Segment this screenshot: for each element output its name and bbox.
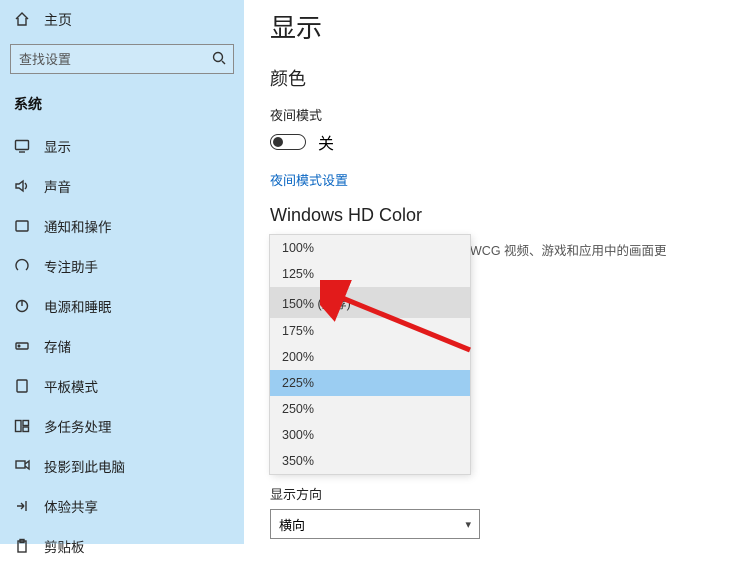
focus-icon <box>14 258 30 274</box>
sidebar-item-label: 显示 <box>44 136 71 156</box>
sidebar-item-label: 声音 <box>44 176 71 196</box>
orientation-value: 横向 <box>279 515 305 534</box>
sidebar-item-label: 电源和睡眠 <box>44 296 112 316</box>
project-icon <box>14 458 30 474</box>
home-icon <box>14 11 30 30</box>
search-box[interactable] <box>10 44 234 74</box>
sidebar-item-power[interactable]: 电源和睡眠 <box>0 286 244 326</box>
settings-sidebar: 主页 系统 显示 声音 通知和操作 专注助手 电源和睡眠 存储 <box>0 0 244 544</box>
sidebar-item-label: 体验共享 <box>44 496 98 516</box>
sidebar-item-label: 存储 <box>44 336 71 356</box>
sidebar-item-notifications[interactable]: 通知和操作 <box>0 206 244 246</box>
orientation-section: 显示方向 横向 ▾ <box>270 478 480 539</box>
monitor-icon <box>14 138 30 154</box>
night-mode-settings-link[interactable]: 夜间模式设置 <box>270 160 714 189</box>
clipboard-icon <box>14 538 30 554</box>
speaker-icon <box>14 178 30 194</box>
search-icon <box>205 50 233 69</box>
sidebar-nav-list: 显示 声音 通知和操作 专注助手 电源和睡眠 存储 平板模式 多任务处理 <box>0 126 244 566</box>
page-title: 显示 <box>270 0 714 49</box>
tablet-icon <box>14 378 30 394</box>
color-heading: 颜色 <box>270 49 714 99</box>
home-row[interactable]: 主页 <box>0 0 244 36</box>
hd-color-heading: Windows HD Color <box>270 189 714 234</box>
sidebar-item-storage[interactable]: 存储 <box>0 326 244 366</box>
scale-option[interactable]: 300% <box>270 422 470 448</box>
scale-option[interactable]: 225% <box>270 370 470 396</box>
night-mode-toggle-row: 关 <box>270 124 714 160</box>
sidebar-item-label: 专注助手 <box>44 256 98 276</box>
power-icon <box>14 298 30 314</box>
scale-option[interactable]: 125% <box>270 261 470 287</box>
scale-option[interactable]: 200% <box>270 344 470 370</box>
multitask-icon <box>14 418 30 434</box>
sidebar-item-focus[interactable]: 专注助手 <box>0 246 244 286</box>
share-icon <box>14 498 30 514</box>
sidebar-item-project[interactable]: 投影到此电脑 <box>0 446 244 486</box>
night-mode-toggle[interactable] <box>270 134 306 150</box>
notification-icon <box>14 218 30 234</box>
sidebar-item-label: 多任务处理 <box>44 416 112 436</box>
scale-option[interactable]: 100% <box>270 235 470 261</box>
scale-option[interactable]: 250% <box>270 396 470 422</box>
scale-option[interactable]: 175% <box>270 318 470 344</box>
sidebar-item-tablet[interactable]: 平板模式 <box>0 366 244 406</box>
sidebar-item-label: 通知和操作 <box>44 216 112 236</box>
night-mode-label: 夜间模式 <box>270 99 714 124</box>
sidebar-item-sound[interactable]: 声音 <box>0 166 244 206</box>
sidebar-group-title: 系统 <box>0 84 244 126</box>
sidebar-item-clipboard[interactable]: 剪贴板 <box>0 526 244 566</box>
search-input[interactable] <box>11 52 205 67</box>
orientation-select[interactable]: 横向 ▾ <box>270 509 480 539</box>
orientation-label: 显示方向 <box>270 478 480 503</box>
sidebar-item-label: 投影到此电脑 <box>44 456 125 476</box>
home-label: 主页 <box>44 10 72 30</box>
scale-option[interactable]: 150% (推荐) <box>270 287 470 318</box>
sidebar-item-multitask[interactable]: 多任务处理 <box>0 406 244 446</box>
sidebar-item-shared[interactable]: 体验共享 <box>0 486 244 526</box>
sidebar-item-display[interactable]: 显示 <box>0 126 244 166</box>
storage-icon <box>14 338 30 354</box>
chevron-down-icon: ▾ <box>465 518 471 531</box>
scale-dropdown-list[interactable]: 100%125%150% (推荐)175%200%225%250%300%350… <box>270 235 470 474</box>
scale-option[interactable]: 350% <box>270 448 470 474</box>
sidebar-item-label: 剪贴板 <box>44 536 85 556</box>
sidebar-item-label: 平板模式 <box>44 376 98 396</box>
night-mode-state: 关 <box>318 130 334 154</box>
